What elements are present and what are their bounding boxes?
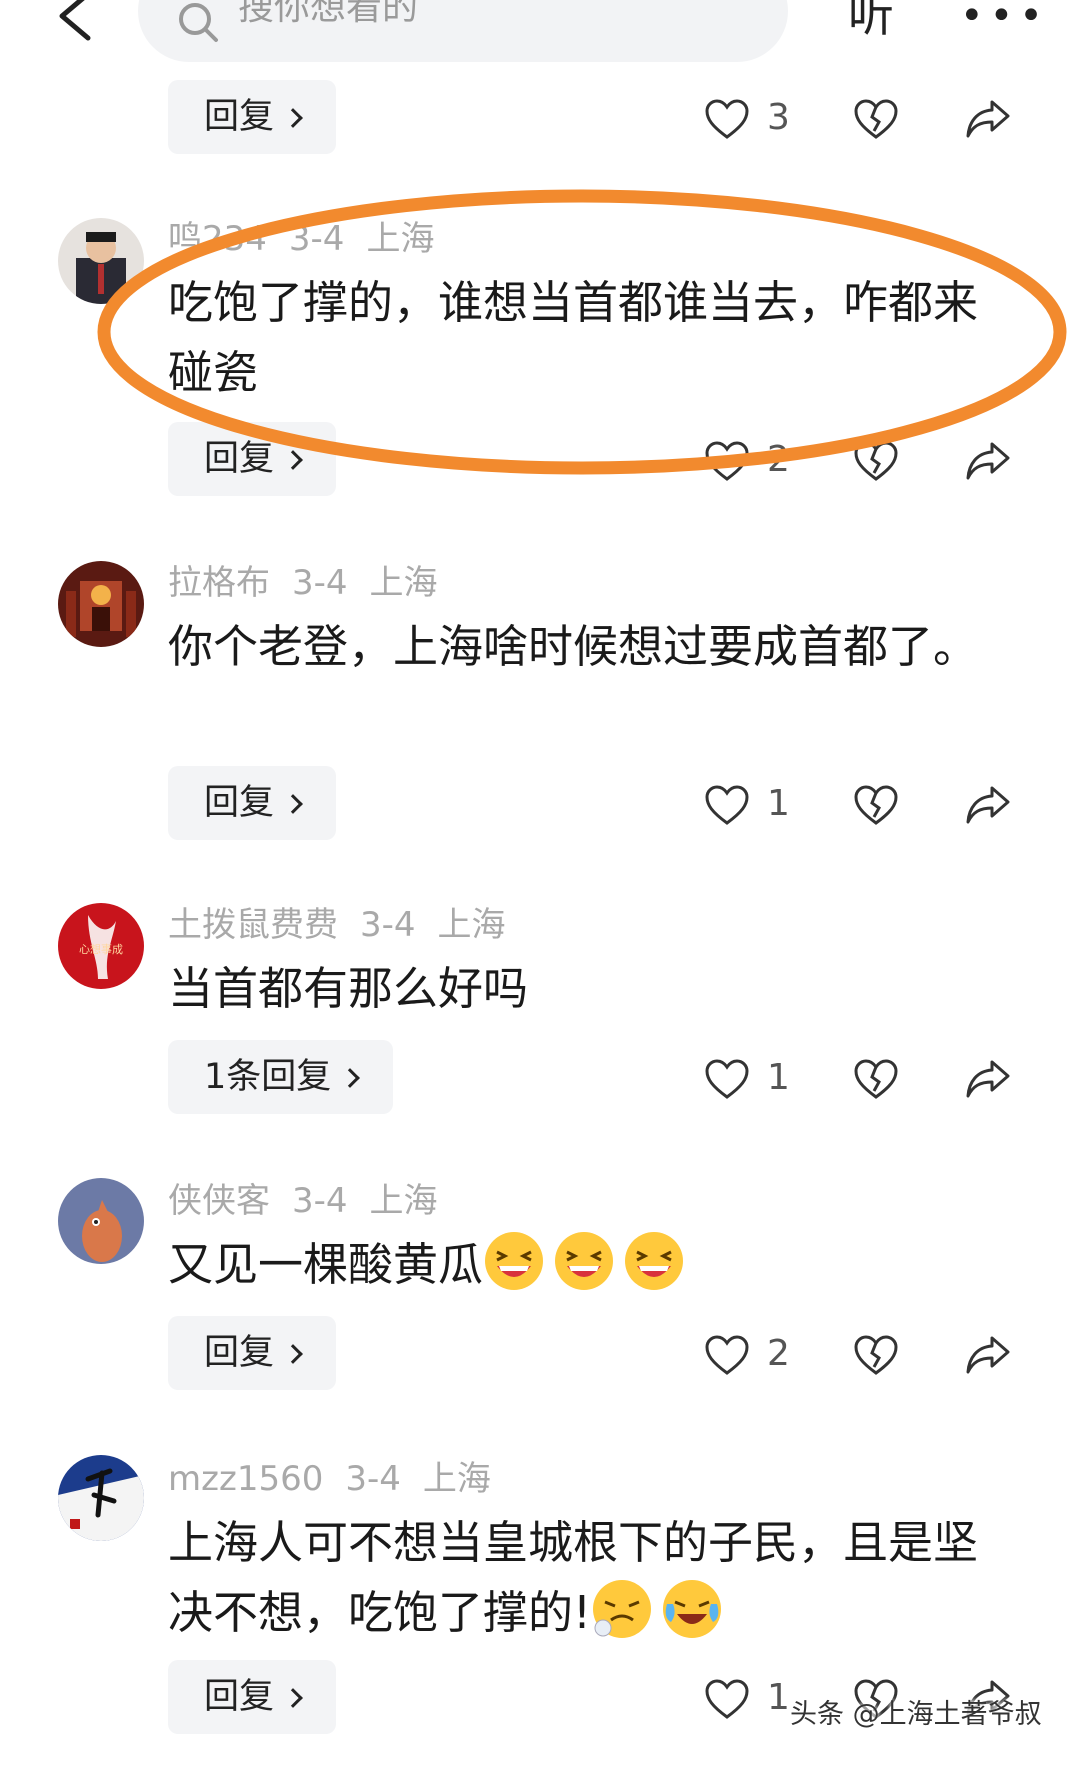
like-count: 1 — [767, 1677, 790, 1718]
username[interactable]: mzz1560 — [168, 1459, 323, 1499]
chevron-right-icon — [340, 1068, 361, 1088]
chevron-right-icon — [283, 1344, 303, 1364]
comment-date: 3-4 — [360, 905, 416, 945]
reply-button[interactable]: 1条回复 — [168, 1040, 394, 1114]
broken-heart-icon[interactable] — [853, 1057, 899, 1101]
comment-date: 3-4 — [292, 1181, 348, 1221]
top-bar: 搜你想看的 听 ••• — [0, 0, 1079, 70]
broken-heart-icon[interactable] — [853, 1333, 899, 1377]
broken-heart-icon[interactable] — [853, 97, 899, 141]
comment-meta: mzz1560 3-4 上海 — [168, 1462, 513, 1496]
laughing-emoji-icon — [555, 1232, 614, 1290]
more-menu-button[interactable]: ••• — [960, 0, 1049, 36]
like-count: 2 — [767, 1333, 790, 1374]
like-heart-icon[interactable] — [704, 1678, 750, 1720]
comment-meta: 拉格布 3-4 上海 — [168, 566, 460, 600]
chevron-right-icon — [283, 794, 303, 814]
reply-label: 回复 — [204, 97, 275, 137]
comment-location: 上海 — [369, 1181, 438, 1221]
like-heart-icon[interactable] — [704, 784, 750, 826]
avatar[interactable] — [58, 1178, 144, 1264]
comment-location: 上海 — [422, 1459, 491, 1499]
share-arrow-icon[interactable] — [965, 784, 1011, 826]
username[interactable]: 土拨鼠费费 — [168, 905, 338, 945]
username[interactable]: 侠侠客 — [168, 1181, 270, 1221]
watermark: 头条 @上海土著爷叔 — [790, 1699, 1042, 1730]
back-arrow-icon[interactable] — [52, 0, 102, 46]
crying-laughing-emoji-icon — [663, 1580, 722, 1638]
comment-date: 3-4 — [292, 563, 348, 603]
reply-label: 1条回复 — [204, 1057, 332, 1097]
comment-text-content: 又见一棵酸黄瓜 — [168, 1238, 484, 1291]
reply-label: 回复 — [204, 783, 275, 823]
comment-text: 又见一棵酸黄瓜 — [168, 1230, 1008, 1300]
like-heart-icon[interactable] — [704, 98, 750, 140]
comment-text: 你个老登，上海啥时候想过要成首都了。 — [168, 620, 979, 673]
search-placeholder: 搜你想看的 — [238, 0, 419, 28]
listen-button[interactable]: 听 — [848, 0, 894, 38]
avatar[interactable]: 心想事成 — [58, 903, 144, 989]
exhausted-emoji-icon — [593, 1580, 652, 1638]
like-count: 3 — [767, 97, 790, 138]
like-count: 1 — [767, 783, 790, 824]
search-input[interactable]: 搜你想看的 — [138, 0, 788, 62]
like-heart-icon[interactable] — [704, 1334, 750, 1376]
avatar[interactable] — [58, 1455, 144, 1541]
chevron-right-icon — [283, 1688, 303, 1708]
laughing-emoji-icon — [485, 1232, 544, 1290]
comment-text: 当首都有那么好吗 — [168, 962, 529, 1015]
like-count: 1 — [767, 1057, 790, 1098]
avatar[interactable] — [58, 561, 144, 647]
comment-location: 上海 — [437, 905, 506, 945]
comment-meta: 土拨鼠费费 3-4 上海 — [168, 908, 528, 942]
comment-text: 上海人可不想当皇城根下的子民，且是坚决不想，吃饱了撑的! — [168, 1508, 1008, 1648]
comment-date: 3-4 — [345, 1459, 401, 1499]
reply-button[interactable]: 回复 — [168, 1316, 337, 1390]
share-arrow-icon[interactable] — [965, 98, 1011, 140]
like-heart-icon[interactable] — [704, 1058, 750, 1100]
chevron-right-icon — [283, 108, 303, 128]
reply-label: 回复 — [204, 1677, 275, 1717]
comment-meta: 侠侠客 3-4 上海 — [168, 1184, 460, 1218]
search-icon — [179, 3, 218, 42]
laughing-emoji-icon — [625, 1232, 684, 1290]
reply-label: 回复 — [204, 1333, 275, 1373]
broken-heart-icon[interactable] — [853, 783, 899, 827]
comment-text-content: 上海人可不想当皇城根下的子民，且是坚决不想，吃饱了撑的! — [168, 1516, 979, 1639]
share-arrow-icon[interactable] — [965, 1334, 1011, 1376]
highlight-circle-annotation — [97, 189, 1067, 475]
comment-location: 上海 — [369, 563, 438, 603]
username[interactable]: 拉格布 — [168, 563, 270, 603]
reply-button[interactable]: 回复 — [168, 766, 337, 840]
reply-button[interactable]: 回复 — [168, 80, 337, 154]
svg-text:心想事成: 心想事成 — [79, 942, 123, 956]
share-arrow-icon[interactable] — [965, 1058, 1011, 1100]
reply-button[interactable]: 回复 — [168, 1660, 337, 1734]
